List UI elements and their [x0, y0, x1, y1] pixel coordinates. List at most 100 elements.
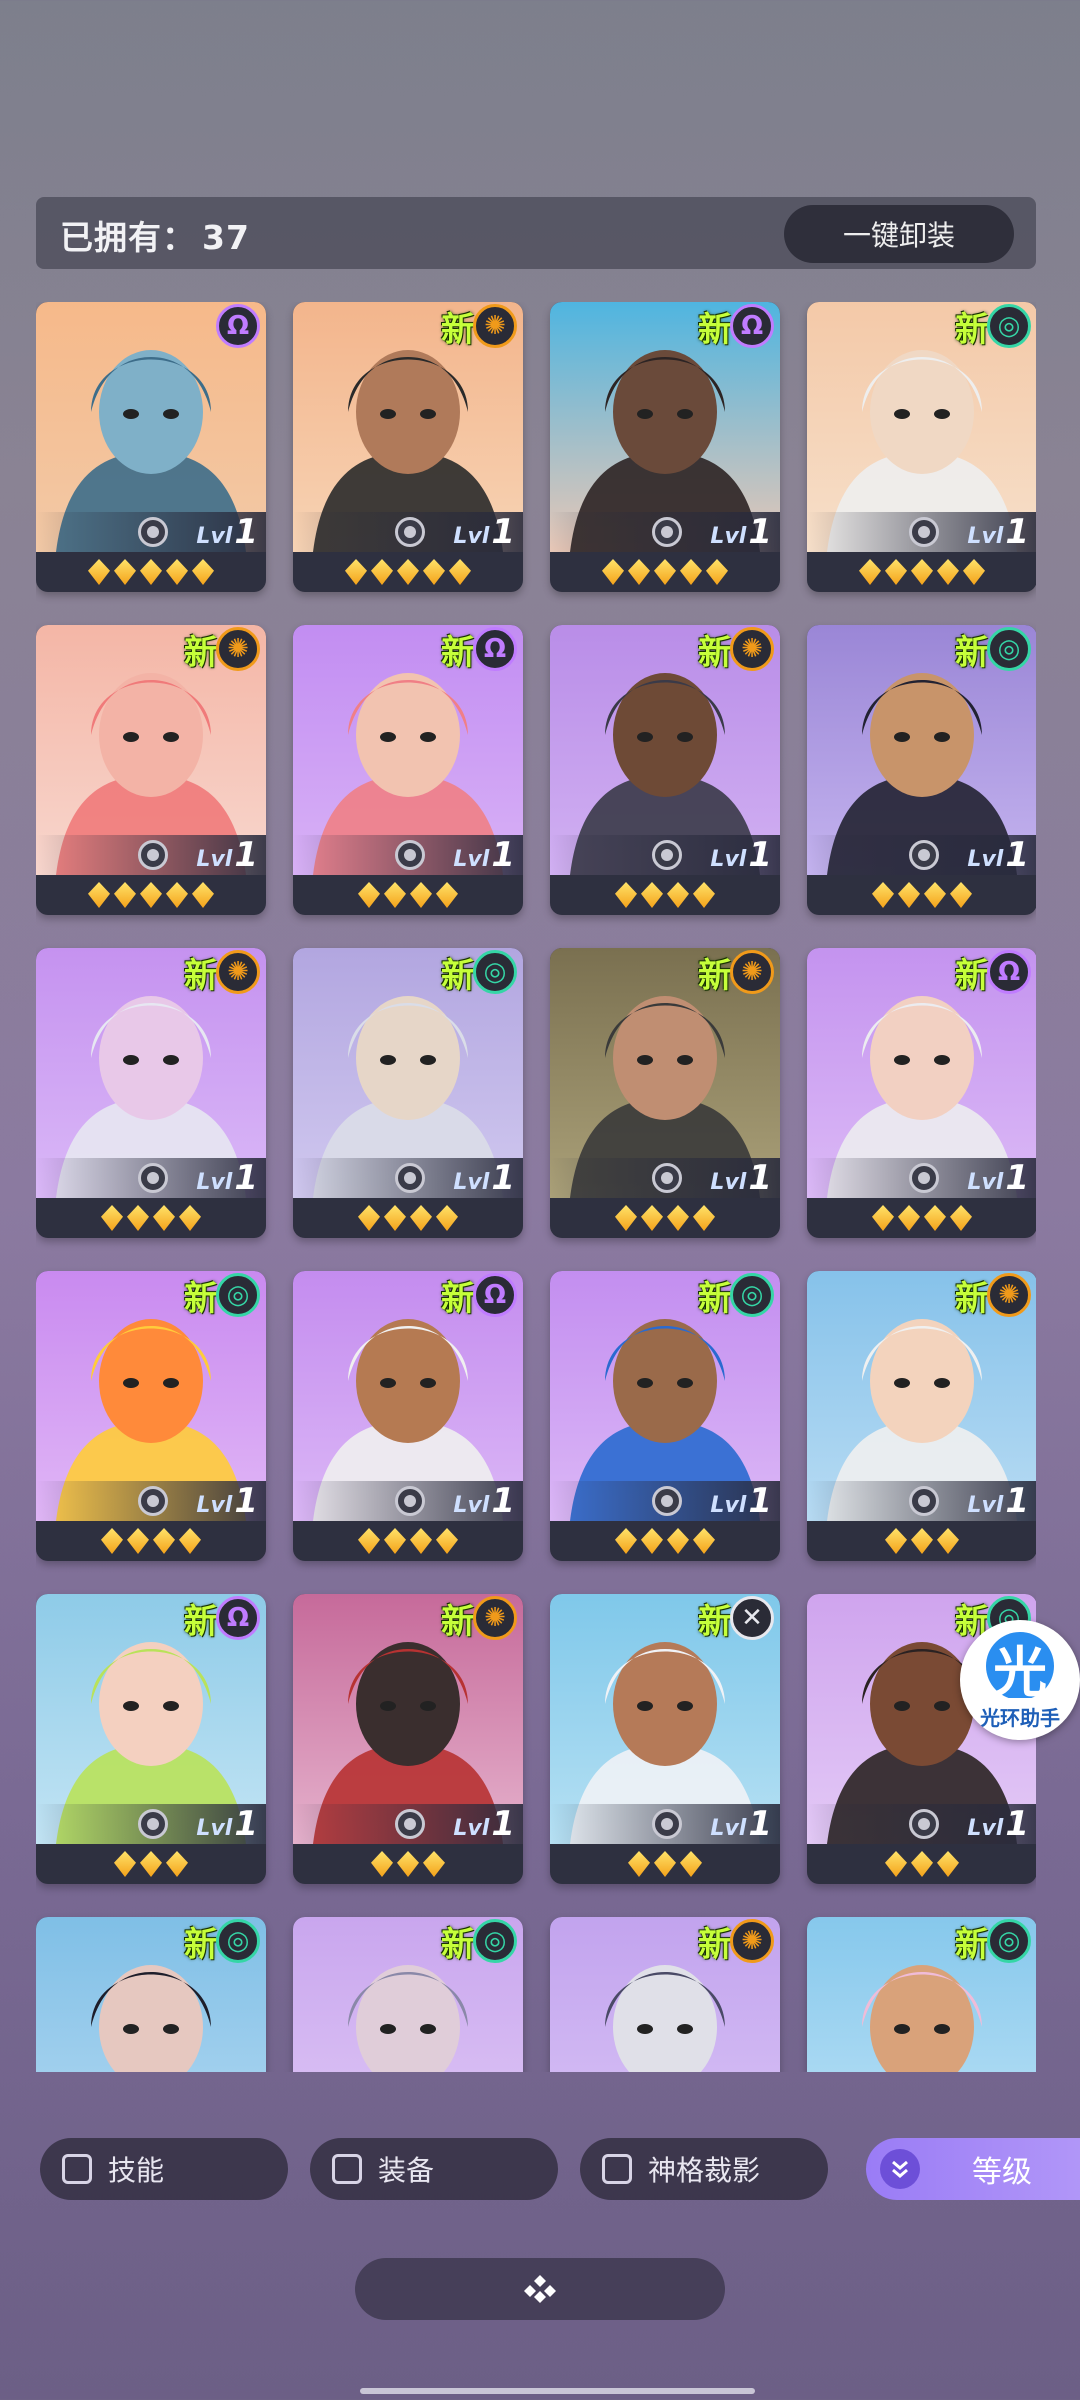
- new-badge: 新: [955, 956, 989, 996]
- collapse-icon: [524, 2275, 556, 2303]
- level-prefix: Lvl: [967, 1170, 1004, 1195]
- collapse-button[interactable]: [355, 2258, 725, 2320]
- character-card[interactable]: 新 Ω Lvl1: [550, 302, 780, 592]
- star-rating: [293, 1844, 523, 1884]
- new-badge: 新: [441, 1602, 475, 1642]
- character-card[interactable]: 新 Ω Lvl1: [36, 1594, 266, 1884]
- gear-icon: [652, 517, 682, 547]
- star-icon: [654, 1851, 676, 1877]
- star-rating: [550, 1198, 780, 1238]
- star-icon: [371, 559, 393, 585]
- star-icon: [88, 559, 110, 585]
- character-card[interactable]: Ω Lvl1: [36, 302, 266, 592]
- spiral-icon: ◎: [216, 1919, 260, 1963]
- star-icon: [667, 1528, 689, 1554]
- assistant-float-button[interactable]: 光 光环助手: [960, 1620, 1080, 1740]
- character-card[interactable]: 新 ◎ Lvl1: [807, 625, 1036, 915]
- level-prefix: Lvl: [453, 1816, 490, 1841]
- god-shadow-filter[interactable]: 神格裁影: [580, 2138, 828, 2200]
- god-shadow-checkbox[interactable]: [602, 2154, 632, 2184]
- character-card[interactable]: 新 ✺ Lvl1: [293, 1594, 523, 1884]
- level-label: Lvl1: [710, 1158, 772, 1198]
- star-icon: [114, 1851, 136, 1877]
- gear-icon: [138, 1163, 168, 1193]
- star-icon: [950, 882, 972, 908]
- star-icon: [114, 882, 136, 908]
- star-icon: [153, 1528, 175, 1554]
- sun-icon: ✺: [730, 627, 774, 671]
- spiral-icon: ◎: [987, 627, 1031, 671]
- gear-icon: [909, 840, 939, 870]
- star-icon: [358, 1528, 380, 1554]
- level-label: Lvl1: [967, 1158, 1029, 1198]
- star-icon: [963, 559, 985, 585]
- new-badge: 新: [184, 633, 218, 673]
- character-card[interactable]: 新 ✺ Lvl1: [550, 948, 780, 1238]
- character-card[interactable]: 新 ◎: [807, 1917, 1036, 2072]
- character-card[interactable]: 新 ◎: [36, 1917, 266, 2072]
- new-badge: 新: [441, 1279, 475, 1319]
- level-prefix: Lvl: [967, 1493, 1004, 1518]
- level-prefix: Lvl: [453, 524, 490, 549]
- level-sort-button[interactable]: 等级: [866, 2138, 1080, 2200]
- level-prefix: Lvl: [967, 524, 1004, 549]
- skill-filter[interactable]: 技能: [40, 2138, 288, 2200]
- level-label: Lvl1: [196, 1804, 258, 1844]
- character-card[interactable]: 新 Ω Lvl1: [807, 948, 1036, 1238]
- skill-filter-label: 技能: [108, 2154, 165, 2187]
- star-icon: [384, 1528, 406, 1554]
- unequip-all-button[interactable]: 一键卸装: [784, 205, 1014, 263]
- level-label: Lvl1: [196, 835, 258, 875]
- star-icon: [615, 1205, 637, 1231]
- star-icon: [140, 882, 162, 908]
- character-card[interactable]: 新 ✺ Lvl1: [807, 1271, 1036, 1561]
- skill-checkbox[interactable]: [62, 2154, 92, 2184]
- level-value: 1: [234, 512, 258, 552]
- character-card[interactable]: 新 ✺ Lvl1: [36, 948, 266, 1238]
- star-rating: [36, 1844, 266, 1884]
- level-value: 1: [748, 1158, 772, 1198]
- level-prefix: Lvl: [196, 1493, 233, 1518]
- character-card[interactable]: 新 ◎: [293, 1917, 523, 2072]
- level-value: 1: [491, 1158, 515, 1198]
- character-card[interactable]: 新 ◎ Lvl1: [293, 948, 523, 1238]
- equipment-checkbox[interactable]: [332, 2154, 362, 2184]
- character-card[interactable]: 新 ✺ Lvl1: [36, 625, 266, 915]
- level-label: Lvl1: [196, 512, 258, 552]
- new-badge: 新: [441, 956, 475, 996]
- star-icon: [680, 1851, 702, 1877]
- new-badge: 新: [184, 956, 218, 996]
- star-icon: [436, 1528, 458, 1554]
- level-prefix: Lvl: [967, 847, 1004, 872]
- new-badge: 新: [698, 956, 732, 996]
- character-card[interactable]: 新 ✕ Lvl1: [550, 1594, 780, 1884]
- character-card[interactable]: 新 ✺ Lvl1: [293, 302, 523, 592]
- star-icon: [166, 882, 188, 908]
- new-badge: 新: [955, 310, 989, 350]
- gear-icon: [138, 840, 168, 870]
- character-card[interactable]: 新 ◎ Lvl1: [36, 1271, 266, 1561]
- level-label: Lvl1: [967, 835, 1029, 875]
- star-icon: [654, 559, 676, 585]
- home-indicator[interactable]: [360, 2388, 755, 2394]
- character-card[interactable]: 新 ◎ Lvl1: [807, 302, 1036, 592]
- character-card[interactable]: 新 Ω Lvl1: [293, 625, 523, 915]
- level-value: 1: [748, 1804, 772, 1844]
- star-icon: [140, 1851, 162, 1877]
- star-rating: [293, 875, 523, 915]
- character-card[interactable]: 新 ✺ Lvl1: [550, 625, 780, 915]
- star-rating: [807, 1198, 1036, 1238]
- character-card[interactable]: 新 ✺: [550, 1917, 780, 2072]
- level-value: 1: [1005, 835, 1029, 875]
- character-card[interactable]: 新 Ω Lvl1: [293, 1271, 523, 1561]
- star-icon: [179, 1528, 201, 1554]
- omega-icon: Ω: [987, 950, 1031, 994]
- equipment-filter[interactable]: 装备: [310, 2138, 558, 2200]
- star-icon: [410, 1528, 432, 1554]
- star-icon: [410, 1205, 432, 1231]
- star-rating: [36, 1198, 266, 1238]
- star-rating: [550, 1521, 780, 1561]
- spiral-icon: ◎: [987, 304, 1031, 348]
- character-card[interactable]: 新 ◎ Lvl1: [550, 1271, 780, 1561]
- star-icon: [872, 882, 894, 908]
